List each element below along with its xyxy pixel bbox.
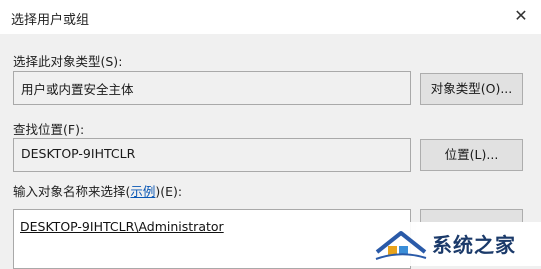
- location-field: DESKTOP-9IHTCLR: [13, 138, 411, 172]
- watermark-text: 系统之家: [432, 233, 516, 257]
- object-types-button[interactable]: 对象类型(O)...: [420, 73, 523, 105]
- house-logo-icon: [375, 231, 427, 260]
- title-bar: 选择用户或组 ✕: [0, 0, 541, 34]
- object-names-label-prefix: 输入对象名称来选择(: [13, 184, 131, 199]
- location-label: 查找位置(F):: [13, 122, 85, 137]
- object-names-label: 输入对象名称来选择(示例)(E):: [13, 181, 182, 200]
- locations-button[interactable]: 位置(L)...: [420, 139, 523, 171]
- object-type-label: 选择此对象类型(S):: [13, 54, 123, 69]
- close-icon[interactable]: ✕: [512, 7, 530, 25]
- object-names-label-suffix: )(E):: [155, 184, 183, 199]
- window-title: 选择用户或组: [11, 13, 90, 28]
- examples-link[interactable]: 示例: [130, 184, 155, 199]
- object-type-value: 用户或内置安全主体: [21, 82, 134, 97]
- watermark: 系统之家: [368, 222, 541, 266]
- object-names-value: DESKTOP-9IHTCLR\Administrator: [20, 219, 224, 234]
- object-names-textarea[interactable]: [13, 209, 411, 269]
- location-value: DESKTOP-9IHTCLR: [21, 146, 136, 161]
- object-type-field: 用户或内置安全主体: [13, 71, 411, 105]
